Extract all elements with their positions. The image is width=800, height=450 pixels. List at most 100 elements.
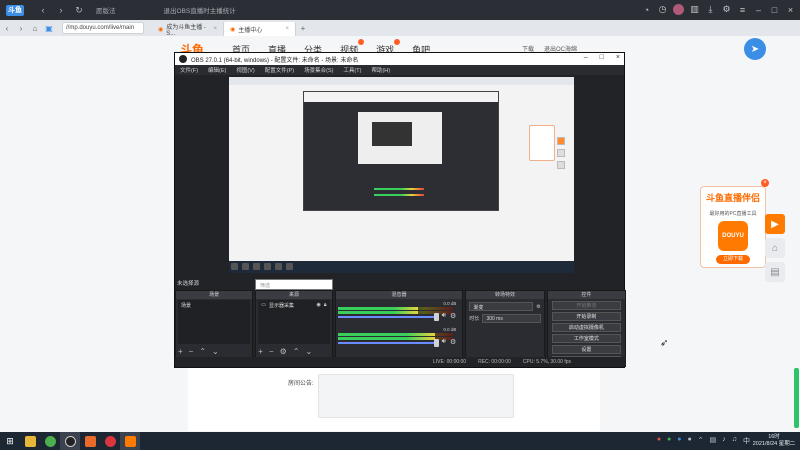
preview-meter [374,194,424,196]
scrollbar[interactable] [794,368,799,428]
menu-help[interactable]: 帮助(H) [371,66,390,74]
start-recording-button[interactable]: 开始录制 [551,312,621,321]
add-icon[interactable]: + [178,347,183,356]
home-icon[interactable]: ⌂ [765,238,785,258]
microphone-icon[interactable]: ♪ [722,436,726,446]
volume-slider[interactable] [337,342,436,344]
app-orange-icon[interactable] [80,432,100,450]
lock-icon[interactable]: 🔒︎ [324,302,327,309]
tab-streamer-center[interactable]: ◉ 主播中心 × [224,22,296,36]
tray-app-icon[interactable]: ● [657,436,661,446]
tray-app-icon[interactable]: ● [688,436,692,446]
tray-app-icon[interactable]: ● [677,436,681,446]
move-down-icon[interactable]: ⌄ [306,347,313,356]
tab-forward-icon[interactable]: › [14,21,28,35]
menu-file[interactable]: 文件(F) [180,66,198,74]
move-down-icon[interactable]: ⌄ [212,347,219,356]
app-red-icon[interactable] [100,432,120,450]
shirt-icon[interactable]: ▥ [689,4,700,15]
obs-taskbar-icon[interactable] [60,432,80,450]
download-icon[interactable]: ⤓ [705,4,716,15]
volume-slider[interactable] [337,316,436,318]
refresh-icon[interactable]: ↻ [74,5,84,15]
promo-close-icon[interactable]: × [761,179,769,187]
virtual-camera-button[interactable]: 启动虚拟摄像机 [551,323,621,332]
start-icon[interactable]: ⊞ [0,432,20,450]
tab-close-icon[interactable]: × [213,26,217,32]
source-filter-input[interactable]: 筛选 [255,279,333,290]
home-icon[interactable]: ⌂ [28,21,42,35]
controls-title: 控件 [547,291,625,299]
screenshot-icon[interactable]: ▤ [765,262,785,282]
menu-view[interactable]: 视图(V) [236,66,254,74]
avatar[interactable] [673,4,684,15]
address-bar[interactable]: //mp.douyu.com/live/main [62,22,144,34]
speaker-icon[interactable]: 🔊︎ [442,312,446,320]
volume-slider-knob[interactable] [433,339,439,347]
room-announcement-input[interactable] [318,374,514,418]
browser-logo: 斗鱼 [6,4,24,16]
minimize-icon[interactable]: – [753,4,764,15]
tray-app-icon[interactable]: ● [667,436,671,446]
obs-minimize-icon[interactable]: – [584,54,588,61]
promo-card[interactable]: × 斗鱼直播伴侣 最好用的PC直播工具 DOUYU 立即下载 [700,179,769,268]
source-item[interactable]: ▭ 显示器采集 ◉ 🔒︎ [258,300,329,311]
obs-close-icon[interactable]: × [616,54,620,61]
remove-icon[interactable]: − [269,347,274,356]
taskbar-clock[interactable]: 16时 2021/8/24 星期二 [752,434,796,448]
transition-select[interactable]: 渐变 [469,302,534,311]
menu-edit[interactable]: 编辑(E) [208,66,226,74]
gear-icon[interactable]: ⚙ [536,304,540,310]
start-streaming-button[interactable]: 开始推流 [551,301,621,310]
gear-icon[interactable]: ⚙ [450,338,456,346]
move-up-icon[interactable]: ⌃ [293,347,300,356]
tab-back-icon[interactable]: ‹ [0,21,14,35]
add-icon[interactable]: + [258,347,263,356]
network-icon[interactable]: ▤ [710,436,717,446]
volume-icon[interactable]: ♫ [732,436,737,446]
gear-icon[interactable]: ⚙ [450,312,456,320]
volume-slider-knob[interactable] [433,313,439,321]
gear-icon[interactable]: ⚙ [280,347,287,356]
maximize-icon[interactable]: □ [769,4,780,15]
browser-360-icon[interactable] [40,432,60,450]
tab-label: 主播中心 [238,27,263,34]
preview-nested-window [372,122,412,146]
history-icon[interactable]: ◔ [641,4,652,15]
preview-browser-bar [229,77,574,85]
settings-icon[interactable]: ⚙ [721,4,732,15]
settings-button[interactable]: 设置 [551,345,621,354]
duration-input[interactable]: 300 ms [482,314,541,323]
visibility-icon[interactable]: ◉ [317,302,321,309]
scene-item[interactable]: 场景 [178,300,250,311]
menu-tools[interactable]: 工具(T) [343,66,361,74]
douyu-taskbar-icon[interactable] [120,432,140,450]
obs-maximize-icon[interactable]: □ [600,54,604,61]
close-icon[interactable]: × [785,4,796,15]
menu-scene-collection[interactable]: 场景集合(S) [304,66,333,74]
live-status: LIVE: 00:00:00 [433,359,467,365]
menu-profile[interactable]: 配置文件(P) [265,66,294,74]
speaker-icon[interactable]: 🔊︎ [442,338,446,346]
clock-icon[interactable]: ◷ [657,4,668,15]
move-up-icon[interactable]: ⌃ [199,347,206,356]
play-icon[interactable]: ▶ [765,214,785,234]
new-tab-icon[interactable]: + [296,21,310,35]
menu-icon[interactable]: ≡ [737,4,748,15]
ime-icon[interactable]: 中 [743,436,750,446]
cpu-status: CPU: 5.7%, 30.00 fps [522,359,571,365]
promo-download-button[interactable]: 立即下载 [716,255,750,264]
bird-icon[interactable]: ➤ [744,38,766,60]
forward-icon[interactable]: › [56,5,66,15]
shield-icon[interactable]: ▣ [42,21,56,35]
tab-close-icon[interactable]: × [285,26,289,32]
tab-favicon-icon: ◉ [230,26,236,33]
tab-become-streamer[interactable]: ◉ 成为斗鱼主播 - S... × [152,22,224,37]
studio-mode-button[interactable]: 工作室模式 [551,334,621,343]
back-icon[interactable]: ‹ [38,5,48,15]
remove-icon[interactable]: − [189,347,194,356]
chevron-up-icon[interactable]: ⌃ [698,436,704,446]
duration-label: 时长 [469,316,480,322]
file-explorer-icon[interactable] [20,432,40,450]
obs-preview[interactable] [229,77,574,273]
